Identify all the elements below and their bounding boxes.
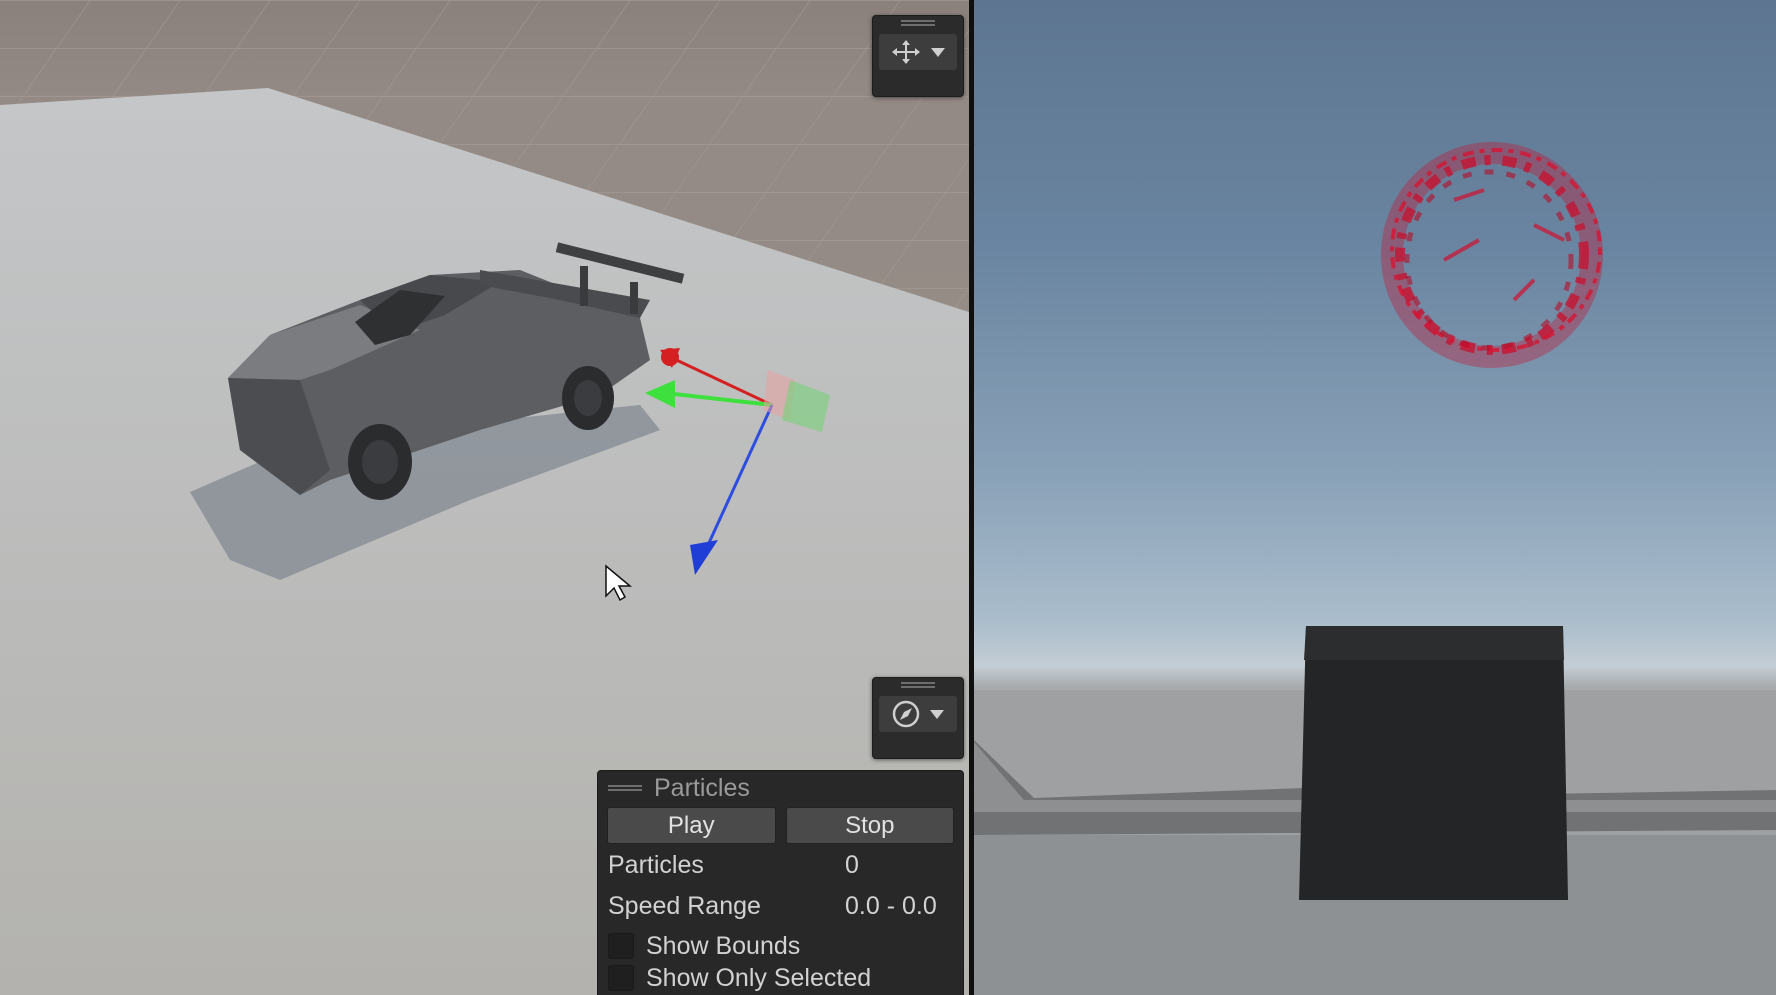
stop-button[interactable]: Stop: [785, 807, 954, 844]
play-button[interactable]: Play: [607, 807, 776, 844]
scene-view[interactable]: Particles Play Stop Particles 0 Speed Ra…: [0, 0, 969, 995]
show-only-selected-label: Show Only Selected: [646, 963, 872, 992]
chevron-down-icon: [929, 708, 945, 720]
dark-cube[interactable]: [1299, 626, 1568, 900]
transform-tools-overlay[interactable]: [872, 15, 964, 97]
show-bounds-row[interactable]: Show Bounds: [598, 928, 963, 964]
overlay-grip[interactable]: [873, 16, 963, 30]
show-bounds-label: Show Bounds: [646, 931, 801, 960]
speed-range-value: 0.0 - 0.0: [845, 892, 937, 920]
particles-panel-header[interactable]: Particles: [598, 771, 963, 805]
move-tool-icon: [890, 38, 922, 66]
particles-panel-title: Particles: [654, 773, 750, 802]
show-only-selected-row[interactable]: Show Only Selected: [598, 960, 963, 995]
speed-range-row: Speed Range 0.0 - 0.0: [598, 885, 963, 928]
transform-tool-button[interactable]: [879, 34, 957, 70]
show-only-selected-checkbox[interactable]: [608, 965, 634, 991]
particles-count-value: 0: [845, 851, 859, 879]
orientation-overlay[interactable]: [872, 677, 964, 759]
particle-effect[interactable]: [1381, 142, 1603, 368]
panel-grip[interactable]: [608, 785, 642, 791]
particles-count-row: Particles 0: [598, 844, 963, 887]
show-bounds-checkbox[interactable]: [608, 933, 634, 959]
speed-range-label: Speed Range: [608, 892, 761, 920]
game-view[interactable]: [974, 0, 1776, 995]
compass-icon: [891, 699, 921, 729]
overlay-grip[interactable]: [873, 678, 963, 692]
particles-count-label: Particles: [608, 851, 704, 879]
orientation-button[interactable]: [879, 696, 957, 732]
game-viewport: [974, 142, 1776, 995]
particles-panel: Particles Play Stop Particles 0 Speed Ra…: [597, 770, 964, 995]
chevron-down-icon: [930, 46, 946, 58]
